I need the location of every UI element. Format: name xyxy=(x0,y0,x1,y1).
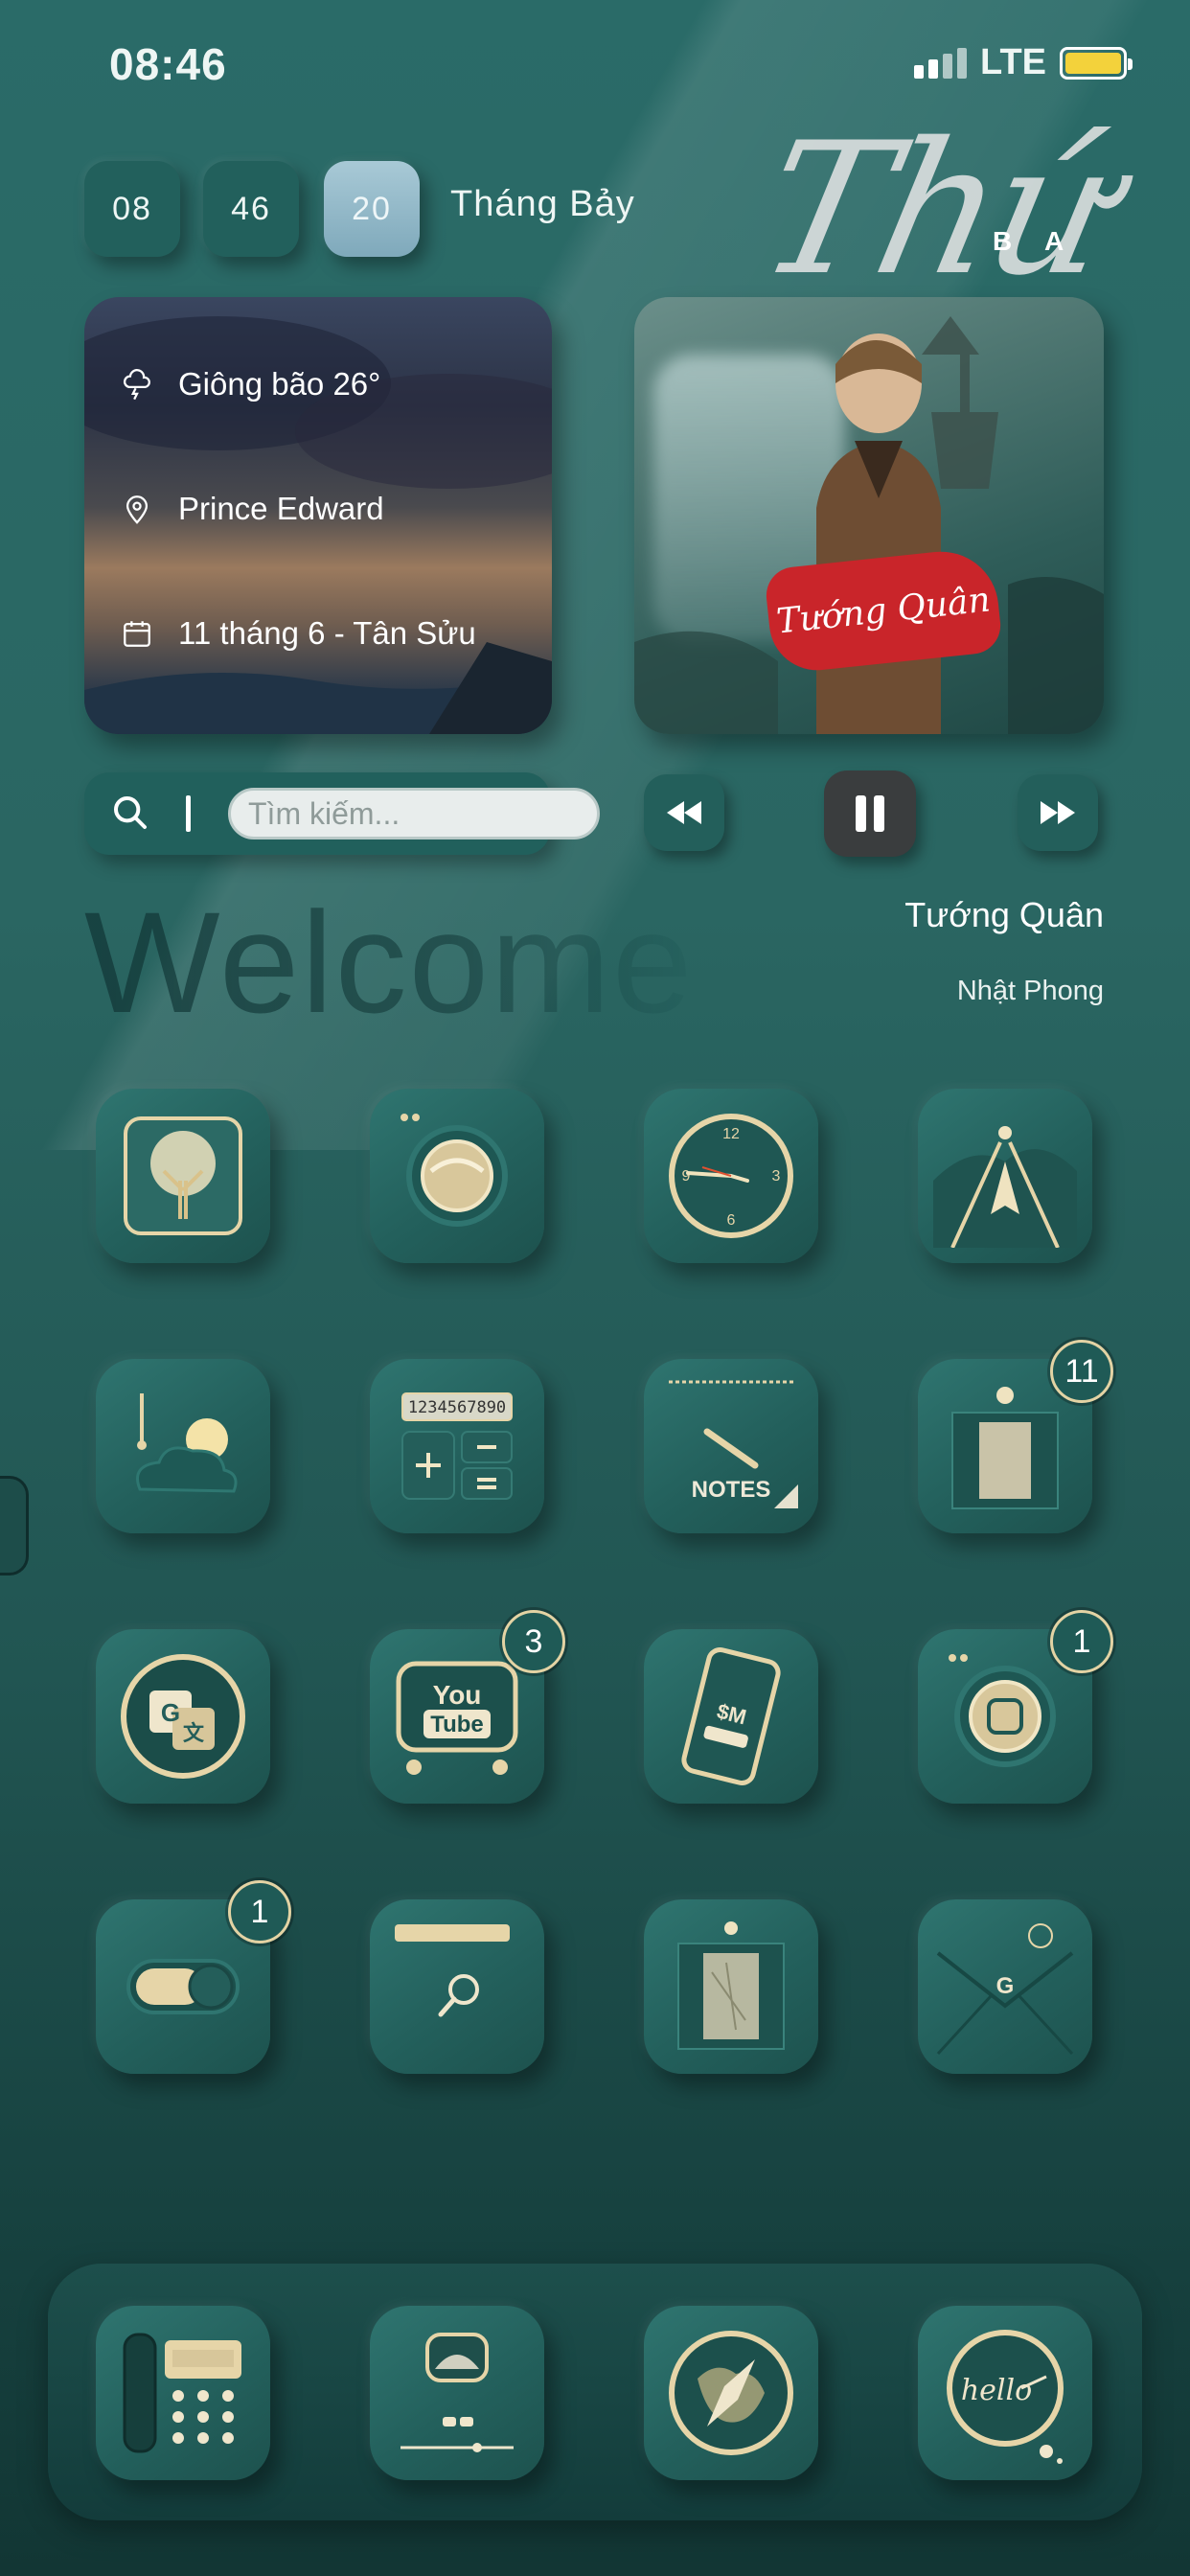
search-input[interactable] xyxy=(228,788,600,840)
hour-pill: 08 xyxy=(84,161,180,257)
notification-badge: 3 xyxy=(502,1610,565,1673)
weather-icon xyxy=(136,1393,238,1493)
app-store-icon xyxy=(951,1387,1059,1509)
notes-label: NOTES xyxy=(692,1477,771,1503)
svg-text:3: 3 xyxy=(772,1168,781,1184)
song-title: Tướng Quân xyxy=(904,895,1104,934)
notification-badge: 11 xyxy=(1050,1340,1113,1403)
dock-phone[interactable] xyxy=(96,2306,270,2480)
app-phone-manager[interactable]: $M xyxy=(644,1629,818,1804)
status-time: 08:46 xyxy=(109,39,227,89)
rewind-button[interactable] xyxy=(644,774,724,851)
svg-text:9: 9 xyxy=(682,1168,691,1184)
youtube-icon: You Tube xyxy=(396,1661,518,1775)
fast-forward-icon xyxy=(1041,801,1075,824)
youtube-label-tube: Tube xyxy=(430,1712,484,1737)
fast-forward-button[interactable] xyxy=(1018,774,1098,851)
app-files[interactable] xyxy=(370,1899,544,2074)
settings-toggle-icon xyxy=(126,1959,240,2014)
text-cursor xyxy=(186,795,191,832)
status-indicators: LTE xyxy=(914,42,1133,83)
app-settings[interactable]: 1 xyxy=(96,1880,291,2074)
phone-icon xyxy=(123,2333,241,2453)
safari-compass-icon xyxy=(669,2331,793,2455)
notes-icon: NOTES xyxy=(669,1380,798,1508)
camera-lens-icon xyxy=(400,1114,508,1227)
app-youtube[interactable]: You Tube 3 xyxy=(370,1610,565,1804)
weekday-label: Thứ xyxy=(744,104,1128,315)
messages-hello-icon: hello xyxy=(947,2330,1064,2464)
notification-badge: 1 xyxy=(228,1880,291,1944)
battery-icon xyxy=(1060,46,1133,80)
app-weather[interactable] xyxy=(96,1359,270,1533)
day-pill: 20 xyxy=(324,161,420,257)
dock-messages[interactable]: hello xyxy=(918,2306,1092,2480)
weather-location: Prince Edward xyxy=(178,491,384,526)
edge-panel-handle[interactable] xyxy=(0,1476,29,1576)
dock-music[interactable] xyxy=(370,2306,544,2480)
signal-icon xyxy=(914,47,968,79)
pause-button[interactable] xyxy=(824,770,916,857)
app-gmail[interactable]: G xyxy=(918,1899,1092,2074)
files-icon xyxy=(395,1924,510,2017)
svg-text:G: G xyxy=(996,1973,1015,1999)
search-icon xyxy=(113,796,147,829)
weather-widget[interactable]: Giông bão 26° Prince Edward 11 tháng 6 -… xyxy=(84,297,552,734)
app-notes[interactable]: NOTES xyxy=(644,1359,818,1533)
clock-icon: 12 3 6 9 xyxy=(669,1114,793,1238)
app-instagram[interactable]: 1 xyxy=(918,1610,1113,1804)
app-tree[interactable] xyxy=(96,1089,270,1263)
minute-pill: 46 xyxy=(203,161,299,257)
phone-manager-icon: $M xyxy=(681,1647,781,1785)
dock-safari[interactable] xyxy=(644,2306,818,2480)
svg-text:12: 12 xyxy=(722,1126,740,1142)
gmail-icon: G xyxy=(936,1923,1074,2056)
welcome-text: Welcome xyxy=(84,880,694,1046)
music-widget[interactable]: Tướng Quân xyxy=(634,297,1104,734)
app-photos[interactable] xyxy=(644,1899,818,2074)
app-translate[interactable]: G 文 xyxy=(96,1629,270,1804)
music-player-icon xyxy=(400,2333,514,2452)
photos-icon xyxy=(677,1921,785,2050)
search-bar[interactable] xyxy=(84,772,600,855)
calculator-icon: 1234567890 xyxy=(401,1392,513,1500)
svg-text:G: G xyxy=(161,1698,180,1727)
maps-road-icon xyxy=(933,1126,1077,1248)
weather-condition: Giông bão 26° xyxy=(178,366,381,402)
location-pin-icon xyxy=(126,495,149,524)
instagram-icon xyxy=(949,1654,1056,1767)
messages-hello-label: hello xyxy=(961,2374,1032,2407)
app-maps[interactable] xyxy=(918,1089,1092,1263)
month-label: Tháng Bảy xyxy=(450,184,635,224)
album-art-singer xyxy=(816,334,941,734)
weekday-suffix-a: A xyxy=(1044,226,1064,256)
weather-date-row: 11 tháng 6 - Tân Sửu xyxy=(121,615,476,652)
weather-location-row: Prince Edward xyxy=(121,491,384,527)
lunar-date: 11 tháng 6 - Tân Sửu xyxy=(178,615,476,651)
tree-icon xyxy=(124,1116,242,1235)
rewind-icon xyxy=(667,801,701,824)
weekday-suffix-b: B xyxy=(993,226,1013,256)
translate-icon: G 文 xyxy=(121,1654,245,1779)
network-label: LTE xyxy=(980,42,1046,82)
storm-cloud-icon xyxy=(123,369,150,401)
calc-display: 1234567890 xyxy=(408,1398,506,1417)
app-clock[interactable]: 12 3 6 9 xyxy=(644,1089,818,1263)
app-calculator[interactable]: 1234567890 xyxy=(370,1359,544,1533)
pause-icon xyxy=(856,795,884,832)
notification-badge: 1 xyxy=(1050,1610,1113,1673)
artist-name: Nhật Phong xyxy=(956,976,1104,1006)
calendar-icon xyxy=(124,621,150,647)
youtube-label-you: You xyxy=(433,1680,482,1710)
app-store[interactable]: 11 xyxy=(918,1340,1113,1533)
weather-condition-row: Giông bão 26° xyxy=(121,366,380,402)
app-camera-lens[interactable] xyxy=(370,1089,544,1263)
svg-text:文: 文 xyxy=(183,1721,205,1745)
svg-text:6: 6 xyxy=(727,1212,736,1229)
